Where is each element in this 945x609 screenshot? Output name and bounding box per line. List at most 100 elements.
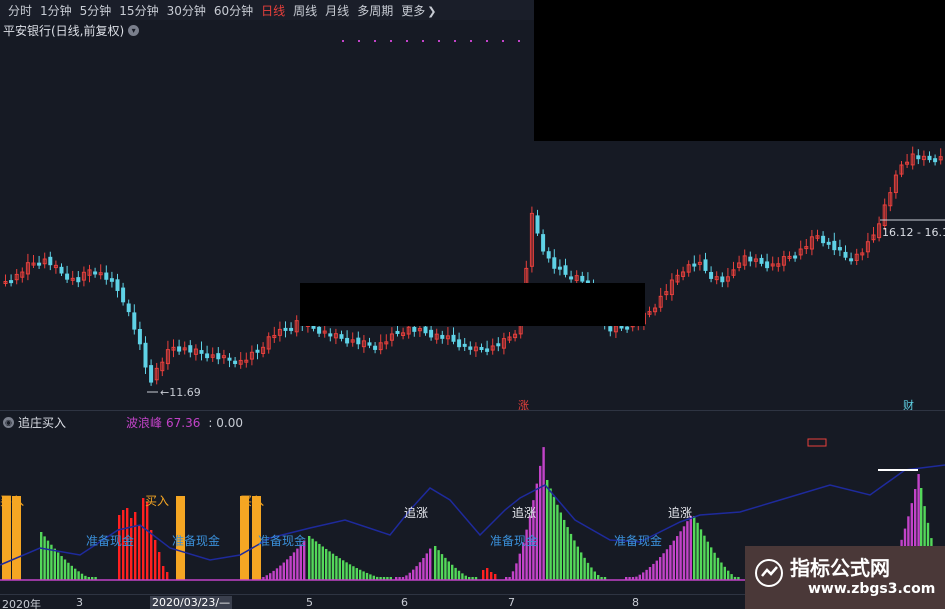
buy-label: 买入 [240,494,264,508]
indicator-bar [638,574,641,580]
candle-body [927,155,932,161]
indicator-bar [321,546,324,580]
dot-mark [358,40,360,42]
indicator-bar [490,572,493,580]
indicator-bar [689,515,692,580]
indicator-bar [642,572,645,580]
candle-body [916,155,921,160]
indicator-bar [362,571,365,580]
indicator-bar [166,572,169,580]
axis-label: 6 [401,596,408,609]
stock-title: 平安银行(日线,前复权) ▾ [3,22,140,39]
indicator-bar [338,558,341,580]
indicator-bar [454,567,457,580]
candles-group [3,146,943,386]
legend-other-value: : 0.00 [208,415,243,430]
indicator-bar [335,555,338,580]
dot-mark [342,40,344,42]
indicator-bar [682,526,686,580]
candle-body [457,339,462,348]
tf-monthly[interactable]: 月线 [325,2,349,19]
candle-body [451,334,456,342]
candle-body [367,342,372,346]
tf-weekly[interactable]: 周线 [293,2,317,19]
candle-body [188,345,193,353]
indicator-bar [434,546,437,580]
indicator-bar [355,568,358,580]
price-marks-group: ←11.69 16.12 - 16.1 涨 财 [147,40,945,410]
chevron-right-icon: ❯ [427,4,437,18]
indicator-bar [286,559,289,580]
candle-body [468,346,473,350]
indicator-bar [146,502,149,580]
indicator-bar [518,553,521,580]
event-mark-zhang: 涨 [518,399,529,410]
tf-30min[interactable]: 30分钟 [167,2,206,19]
indicator-bar [352,566,355,580]
candle-body [837,247,842,251]
tf-60min[interactable]: 60分钟 [214,2,253,19]
tf-multi-period[interactable]: 多周期 [357,2,393,19]
candle-body [412,326,417,332]
candle-body [283,327,288,331]
candle-body [765,261,770,269]
legend-wave-label: 波浪峰 [126,416,163,430]
indicator-bar [348,564,352,580]
indicator-bar [515,563,518,580]
chase-label: 追涨 [512,505,536,520]
dot-mark [438,40,440,42]
dot-mark [406,40,408,42]
candle-body [76,277,81,283]
indicator-bar [279,565,282,580]
indicator-settings-icon[interactable]: ◉ [3,417,14,428]
tf-daily[interactable]: 日线 [261,2,285,19]
indicator-bar [53,548,56,580]
dot-mark [422,40,424,42]
indicator-bar [308,536,311,580]
candle-body [462,343,467,347]
candle-body [345,337,350,344]
indicator-bar [289,555,292,580]
indicator-bar [696,522,699,580]
settings-circle-icon[interactable]: ▾ [128,25,140,36]
chase-label: 追涨 [668,505,692,520]
tf-1min[interactable]: 1分钟 [40,2,72,19]
indicator-bar [573,540,576,580]
tf-intraday[interactable]: 分时 [8,2,32,19]
indicator-bar [659,557,662,580]
tf-more[interactable]: 更多 ❯ [401,2,436,19]
candle-body [692,263,697,267]
indicator-bar [365,572,369,580]
candle-body [373,345,378,350]
indicator-bar [40,532,43,580]
candle-body [9,280,14,284]
indicator-bar [77,571,80,580]
candle-body [132,312,137,330]
indicator-bar [80,573,84,580]
indicator-bar [429,548,432,580]
indicator-bar [586,562,590,580]
candle-body [121,287,126,303]
watermark-url: www.zbgs3.com [808,581,936,597]
indicator-bar [440,554,444,580]
indicator-bar [482,570,485,580]
candlestick-chart[interactable]: ←11.69 16.12 - 16.1 涨 财 [0,40,945,410]
indicator-bar [522,542,525,580]
signal-box [807,438,827,447]
indicator-bar [425,553,428,580]
tf-5min[interactable]: 5分钟 [80,2,112,19]
indicator-bar [292,552,296,580]
watermark-logo-icon [755,559,783,587]
prepare-cash-label: 准备现金 [172,533,220,548]
indicator-bar [699,529,703,580]
indicator-bar [583,557,586,580]
indicator-bar [422,557,425,580]
tf-15min[interactable]: 15分钟 [119,2,158,19]
axis-label: 3 [76,596,83,609]
candle-body [137,329,142,345]
stock-title-text: 平安银行(日线,前复权) [3,24,125,38]
indicator-bar [142,498,145,580]
candle-body [849,258,854,262]
axis-label-cursor: 2020/03/23/— [150,596,233,609]
candle-body [429,329,434,338]
